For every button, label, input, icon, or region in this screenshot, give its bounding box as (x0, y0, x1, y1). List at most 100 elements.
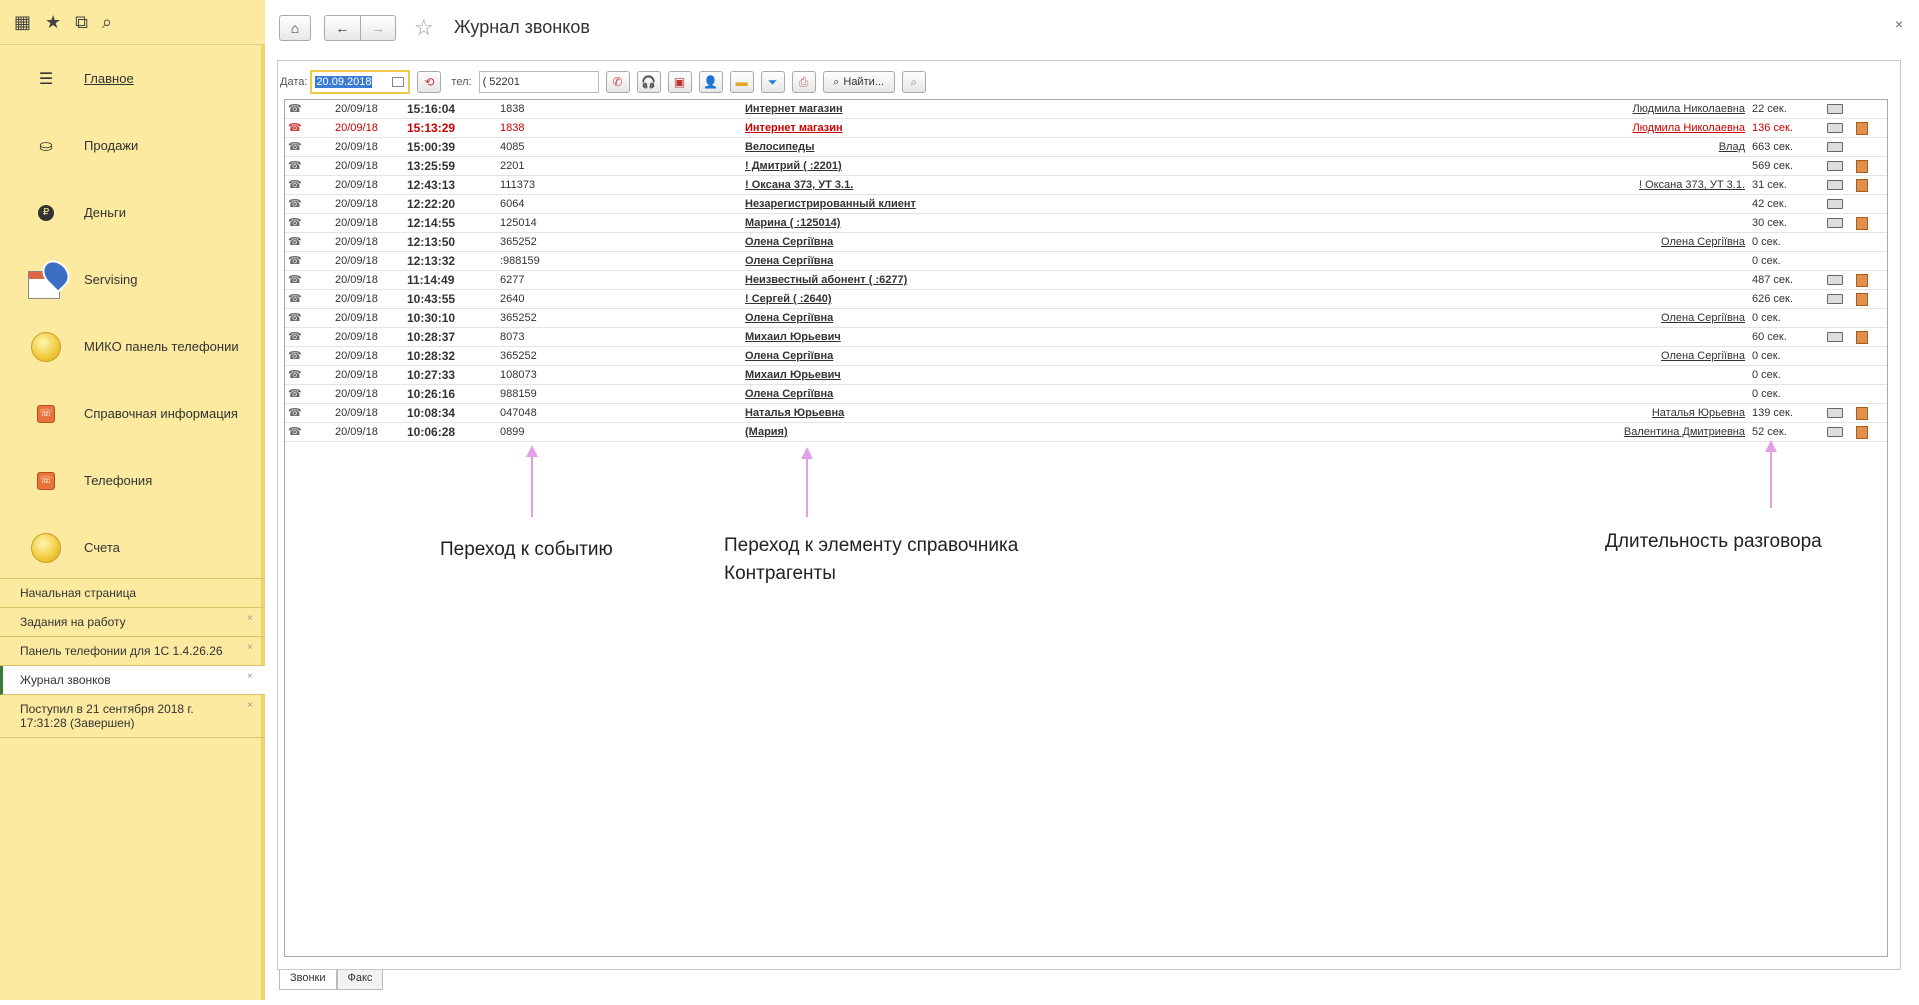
call-direction-icon[interactable]: ☎ (288, 425, 302, 439)
document-icon[interactable] (1856, 331, 1868, 344)
recording-icon[interactable] (1827, 123, 1843, 133)
call-direction-icon[interactable]: ☎ (288, 273, 302, 287)
manager-link[interactable]: ! Оксана 373, УТ 3.1. (1639, 179, 1745, 191)
listen-button[interactable]: 🎧 (636, 71, 661, 93)
recording-icon[interactable] (1827, 408, 1843, 418)
search-button[interactable]: ⌕ (901, 71, 926, 93)
sidebar-item-accounts[interactable]: Счета (0, 514, 261, 581)
print-button[interactable]: ⎙ (791, 71, 816, 93)
call-direction-icon[interactable]: ☎ (288, 197, 302, 211)
document-icon[interactable] (1856, 160, 1868, 173)
table-row[interactable]: ☎ 20/09/18 11:14:49 6277 Неизвестный абонент… (285, 271, 1887, 290)
table-row[interactable]: ☎ 20/09/18 12:14:55 125014 Марина ( :125014)… (285, 214, 1887, 233)
home-button[interactable]: ⌂ (279, 15, 311, 41)
sidebar-item-servising[interactable]: Servising (0, 246, 261, 313)
tab-calls[interactable]: Звонки (279, 970, 337, 990)
recording-icon[interactable] (1827, 161, 1843, 171)
table-row[interactable]: ☎ 20/09/18 10:26:16 988159 Олена Сергіївна 0 … (285, 385, 1887, 404)
apps-grid-icon[interactable]: ▦ (14, 13, 31, 31)
document-icon[interactable] (1856, 274, 1868, 287)
recording-icon[interactable] (1827, 142, 1843, 152)
call-direction-icon[interactable]: ☎ (288, 406, 302, 420)
contact-button[interactable]: 👤 (698, 71, 723, 93)
recording-icon[interactable] (1827, 218, 1843, 228)
find-button[interactable]: ⌕ Найти... (822, 71, 895, 93)
table-row[interactable]: ☎ 20/09/18 12:22:20 6064 Незарегистрированны… (285, 195, 1887, 214)
contact-link[interactable]: Олена Сергіївна (745, 312, 833, 324)
call-direction-icon[interactable]: ☎ (288, 368, 302, 382)
contact-link[interactable]: Олена Сергіївна (745, 388, 833, 400)
call-direction-icon[interactable]: ☎ (288, 235, 302, 249)
back-button[interactable]: ← (324, 15, 360, 41)
sidebar-item-main[interactable]: ☰ Главное (0, 45, 261, 112)
manager-link[interactable]: Валентина Дмитриевна (1624, 426, 1745, 438)
table-row[interactable]: ☎ 20/09/18 10:30:10 365252 Олена Сергіївна Ол… (285, 309, 1887, 328)
contact-link[interactable]: ! Сергей ( :2640) (745, 293, 832, 305)
manager-link[interactable]: Людмила Николаевна (1632, 103, 1745, 115)
contact-link[interactable]: Михаил Юрьевич (745, 331, 841, 343)
manager-link[interactable]: Олена Сергіївна (1661, 350, 1745, 362)
call-direction-icon[interactable]: ☎ (288, 254, 302, 268)
table-row[interactable]: ☎ 20/09/18 12:13:50 365252 Олена Сергіївна Ол… (285, 233, 1887, 252)
call-direction-icon[interactable]: ☎ (288, 349, 302, 363)
sidebar-item-money[interactable]: ₽ Деньги (0, 179, 261, 246)
manager-link[interactable]: Олена Сергіївна (1661, 312, 1745, 324)
sidebar-item-telephony[interactable]: ☏ Телефония (0, 447, 261, 514)
table-row[interactable]: ☎ 20/09/18 10:43:55 2640 ! Сергей ( :2640) 62… (285, 290, 1887, 309)
contact-link[interactable]: Олена Сергіївна (745, 236, 833, 248)
manager-link[interactable]: Наталья Юрьевна (1652, 407, 1745, 419)
manager-link[interactable]: Людмила Николаевна (1632, 122, 1745, 134)
table-row[interactable]: ☎ 20/09/18 13:25:59 2201 ! Дмитрий ( :2201) 5… (285, 157, 1887, 176)
contact-link[interactable]: Наталья Юрьевна (745, 407, 844, 419)
document-icon[interactable] (1856, 122, 1868, 135)
table-row[interactable]: ☎ 20/09/18 10:08:34 047048 Наталья Юрьевна На… (285, 404, 1887, 423)
close-icon[interactable]: × (247, 641, 253, 655)
contact-link[interactable]: ! Дмитрий ( :2201) (745, 160, 842, 172)
open-window-call-log[interactable]: Журнал звонков × (0, 666, 265, 695)
document-icon[interactable] (1856, 426, 1868, 439)
refresh-button[interactable]: ⟲ (417, 71, 442, 93)
close-icon[interactable]: × (247, 612, 253, 626)
search-icon[interactable]: ⌕ (102, 13, 112, 31)
recording-icon[interactable] (1827, 332, 1843, 342)
open-window-panel[interactable]: Панель телефонии для 1С 1.4.26.26 × (0, 637, 265, 666)
favorite-star-icon[interactable]: ☆ (414, 15, 434, 41)
document-icon[interactable] (1856, 407, 1868, 420)
call-direction-icon[interactable]: ☎ (288, 102, 302, 116)
favorites-star-icon[interactable]: ★ (45, 13, 61, 31)
close-icon[interactable]: × (247, 699, 253, 713)
table-row[interactable]: ☎ 20/09/18 10:06:28 0899 (Мария) Валентина Дм… (285, 423, 1887, 442)
table-row[interactable]: ☎ 20/09/18 15:00:39 4085 Велосипеды Влад 663 с… (285, 138, 1887, 157)
contact-link[interactable]: Михаил Юрьевич (745, 369, 841, 381)
contact-link[interactable]: Велосипеды (745, 141, 815, 153)
forward-button[interactable]: → (360, 15, 396, 41)
table-row[interactable]: ☎ 20/09/18 10:28:32 365252 Олена Сергіївна Ол… (285, 347, 1887, 366)
call-direction-icon[interactable]: ☎ (288, 311, 302, 325)
recording-icon[interactable] (1827, 294, 1843, 304)
call-direction-icon[interactable]: ☎ (288, 140, 302, 154)
recording-icon[interactable] (1827, 275, 1843, 285)
call-direction-icon[interactable]: ☎ (288, 292, 302, 306)
table-row[interactable]: ☎ 20/09/18 12:13:32:988159 Олена Сергіївна 0… (285, 252, 1887, 271)
call-button[interactable]: ✆ (605, 71, 630, 93)
table-row[interactable]: ☎ 20/09/18 10:28:37 8073 Михаил Юрьевич 60 се… (285, 328, 1887, 347)
document-icon[interactable] (1856, 179, 1868, 192)
open-window-home[interactable]: Начальная страница (0, 579, 265, 608)
document-icon[interactable] (1856, 217, 1868, 230)
contact-link[interactable]: ! Оксана 373, УТ 3.1. (745, 179, 853, 191)
contact-link[interactable]: Интернет магазин (745, 122, 843, 134)
manager-link[interactable]: Олена Сергіївна (1661, 236, 1745, 248)
calendar-icon[interactable] (392, 77, 405, 87)
table-row[interactable]: ☎ 20/09/18 15:16:04 1838 Интернет магазин Люд… (285, 100, 1887, 119)
sidebar-item-sales[interactable]: ⛀ Продажи (0, 112, 261, 179)
contact-link[interactable]: (Мария) (745, 426, 788, 438)
contact-link[interactable]: Интернет магазин (745, 103, 843, 115)
sidebar-item-miko[interactable]: МИКО панель телефонии (0, 313, 261, 380)
call-direction-icon[interactable]: ☎ (288, 178, 302, 192)
manager-link[interactable]: Влад (1719, 141, 1745, 153)
contact-link[interactable]: Олена Сергіївна (745, 255, 833, 267)
filter-button[interactable]: ⏷ (760, 71, 785, 93)
contact-link[interactable]: Незарегистрированный клиент (745, 198, 916, 210)
table-row[interactable]: ☎ 20/09/18 10:27:33 108073 Михаил Юрьевич 0 с… (285, 366, 1887, 385)
sidebar-item-reference[interactable]: ☏ Справочная информация (0, 380, 261, 447)
